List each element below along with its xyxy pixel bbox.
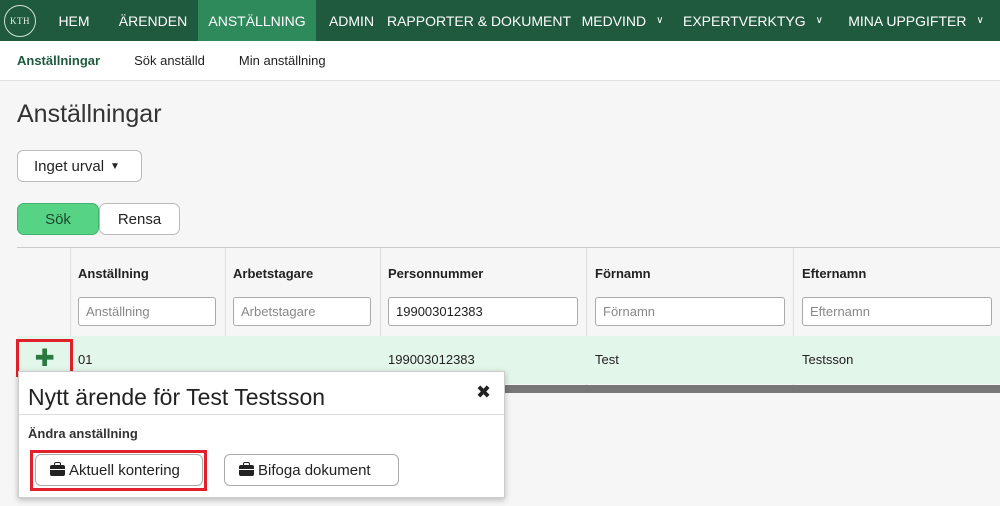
cell-personnummer: 199003012383 bbox=[388, 352, 475, 367]
filter-input-anstallning[interactable]: Anställning bbox=[78, 297, 216, 326]
page-title: Anställningar bbox=[17, 100, 162, 128]
clear-button[interactable]: Rensa bbox=[99, 203, 180, 235]
filter-input-fornamn[interactable]: Förnamn bbox=[595, 297, 785, 326]
filter-input-efternamn[interactable]: Efternamn bbox=[802, 297, 992, 326]
nav-item-medvind[interactable]: MEDVIND ∨ bbox=[571, 0, 674, 41]
column-header-personnummer[interactable]: Personnummer bbox=[388, 266, 483, 281]
highlight-frame bbox=[30, 450, 207, 491]
column-header-efternamn[interactable]: Efternamn bbox=[802, 266, 866, 281]
nav-item-admin[interactable]: ADMIN bbox=[316, 0, 387, 41]
cell-efternamn: Testsson bbox=[802, 352, 854, 367]
nav-item-mina-uppgifter[interactable]: MINA UPPGIFTER ∨ bbox=[832, 0, 1000, 41]
filter-input-arbetstagare[interactable]: Arbetstagare bbox=[233, 297, 371, 326]
briefcase-icon bbox=[239, 461, 254, 476]
subnav-item-anstallningar[interactable]: Anställningar bbox=[0, 53, 117, 68]
bifoga-dokument-button[interactable]: Bifoga dokument bbox=[224, 454, 399, 486]
close-icon[interactable]: ✖ bbox=[476, 382, 491, 403]
column-header-arbetstagare[interactable]: Arbetstagare bbox=[233, 266, 313, 281]
top-navigation: KTH HEM ÄRENDEN ANSTÄLLNING ADMIN RAPPOR… bbox=[0, 0, 1000, 41]
popup-section-label: Ändra anställning bbox=[28, 426, 138, 441]
chevron-down-icon: ∨ bbox=[656, 15, 664, 26]
kth-logo-emblem: KTH bbox=[4, 4, 36, 37]
chevron-down-icon: ∨ bbox=[976, 15, 984, 26]
employments-table: Anställning Arbetstagare Personnummer Fö… bbox=[17, 247, 1000, 385]
cell-anstallning: 01 bbox=[78, 352, 93, 367]
column-header-fornamn[interactable]: Förnamn bbox=[595, 266, 651, 281]
filter-input-personnummer[interactable]: 199003012383 bbox=[388, 297, 578, 326]
nav-item-rapporter-dokument[interactable]: RAPPORTER & DOKUMENT bbox=[387, 0, 571, 41]
caret-down-icon: ▼ bbox=[110, 160, 120, 172]
cell-fornamn: Test bbox=[595, 352, 619, 367]
plus-icon: ✚ bbox=[34, 344, 55, 372]
popup-title: Nytt ärende för Test Testsson bbox=[28, 384, 326, 410]
subnav-item-sok-anstalld[interactable]: Sök anställd bbox=[117, 53, 222, 68]
sub-navigation: Anställningar Sök anställd Min anställni… bbox=[0, 41, 1000, 81]
nav-item-anstallning[interactable]: ANSTÄLLNING bbox=[198, 0, 316, 41]
table-scrollbar[interactable] bbox=[505, 385, 1000, 393]
nav-item-hem[interactable]: HEM bbox=[40, 0, 108, 41]
column-header-anstallning[interactable]: Anställning bbox=[78, 266, 149, 281]
selection-dropdown[interactable]: Inget urval ▼ bbox=[17, 150, 142, 182]
nav-item-expertverktyg[interactable]: EXPERTVERKTYG ∨ bbox=[674, 0, 832, 41]
selection-dropdown-label: Inget urval bbox=[34, 157, 105, 175]
subnav-item-min-anstallning[interactable]: Min anställning bbox=[222, 53, 343, 68]
search-button[interactable]: Sök bbox=[17, 203, 99, 235]
kth-logo[interactable]: KTH bbox=[0, 0, 40, 41]
nav-item-arenden[interactable]: ÄRENDEN bbox=[108, 0, 198, 41]
popup-divider bbox=[19, 414, 504, 415]
chevron-down-icon: ∨ bbox=[815, 15, 823, 26]
